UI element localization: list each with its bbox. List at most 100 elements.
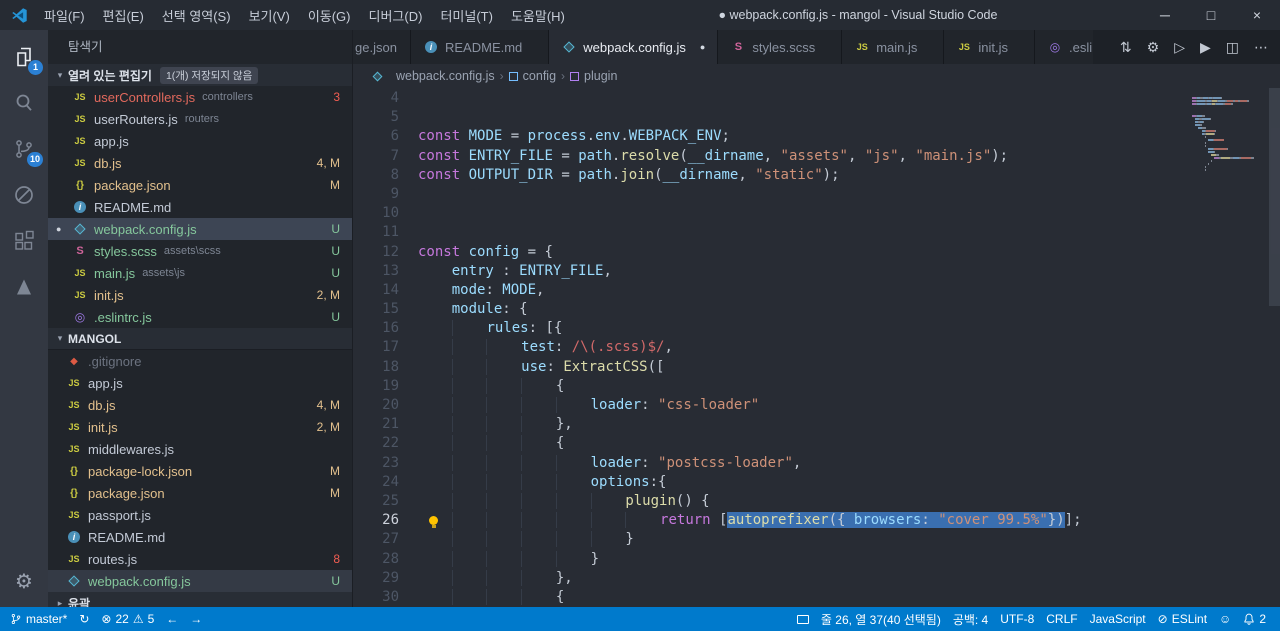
close-button[interactable]: × xyxy=(1234,0,1280,30)
code-line-18[interactable]: 18 use: ExtractCSS([ xyxy=(353,358,1280,377)
file-row[interactable]: JS middlewares.js xyxy=(48,438,352,460)
sync-icon[interactable]: ⇅ xyxy=(1120,39,1132,56)
minimap[interactable] xyxy=(1192,91,1266,172)
code-line-17[interactable]: 17 test: /\(.scss)$/, xyxy=(353,338,1280,357)
tab-ge.json[interactable]: ge.json xyxy=(353,30,411,64)
open-editor-row[interactable]: {} package.json M xyxy=(48,174,352,196)
code-line-21[interactable]: 21 }, xyxy=(353,415,1280,434)
tab-main.js[interactable]: JS main.js xyxy=(842,30,945,64)
code-line-6[interactable]: 6 const MODE = process.env.WEBPACK_ENV; xyxy=(353,127,1280,146)
menu-이동(G)[interactable]: 이동(G) xyxy=(299,6,360,25)
file-row[interactable]: {} package-lock.json M xyxy=(48,460,352,482)
code-line-12[interactable]: 12 const config = { xyxy=(353,243,1280,262)
editor-scrollbar[interactable] xyxy=(1269,88,1280,607)
menu-디버그(D)[interactable]: 디버그(D) xyxy=(360,6,432,25)
file-row[interactable]: JS passport.js xyxy=(48,504,352,526)
code-line-26[interactable]: 26 return [autoprefixer({ browsers: "cov… xyxy=(353,511,1280,530)
code-line-16[interactable]: 16 rules: [{ xyxy=(353,319,1280,338)
code-line-10[interactable]: 10 xyxy=(353,204,1280,223)
run-icon[interactable]: ▷ xyxy=(1174,39,1185,56)
code-line-15[interactable]: 15 module: { xyxy=(353,300,1280,319)
open-editor-row[interactable]: JS userRouters.js routers xyxy=(48,108,352,130)
code-line-11[interactable]: 11 xyxy=(353,223,1280,242)
run-alt-icon[interactable]: ▶ xyxy=(1200,39,1211,56)
cursor-position[interactable]: 줄 26, 열 37(40 선택됨) xyxy=(815,607,947,631)
split-editor-icon[interactable]: ◫ xyxy=(1226,39,1239,56)
indentation-setting[interactable]: 공백: 4 xyxy=(947,607,994,631)
open-editor-row[interactable]: JS userControllers.js controllers 3 xyxy=(48,86,352,108)
tab-README.md[interactable]: i README.md xyxy=(411,30,550,64)
file-row[interactable]: JS db.js 4, M xyxy=(48,394,352,416)
code-line-20[interactable]: 20 loader: "css-loader" xyxy=(353,396,1280,415)
code-line-19[interactable]: 19 { xyxy=(353,377,1280,396)
code-line-5[interactable]: 5 xyxy=(353,108,1280,127)
code-line-29[interactable]: 29 }, xyxy=(353,569,1280,588)
tab-.esli[interactable]: ◎ .esli xyxy=(1035,30,1093,64)
more-icon[interactable]: ⋯ xyxy=(1254,39,1268,56)
code-line-4[interactable]: 4 xyxy=(353,89,1280,108)
screen-button[interactable] xyxy=(791,607,815,631)
open-editor-row[interactable]: JS main.js assets\js U xyxy=(48,262,352,284)
menu-보기(V)[interactable]: 보기(V) xyxy=(240,6,299,25)
open-editor-row[interactable]: Sstyles.scss assets\scss U xyxy=(48,240,352,262)
file-row[interactable]: {} package.json M xyxy=(48,482,352,504)
code-line-24[interactable]: 24 options:{ xyxy=(353,473,1280,492)
breadcrumb-item-plugin[interactable]: plugin xyxy=(570,69,617,83)
breadcrumb-item-webpack.config.js[interactable]: webpack.config.js xyxy=(369,68,495,84)
activity-azure-button[interactable] xyxy=(0,264,48,310)
activity-extensions-button[interactable] xyxy=(0,218,48,264)
code-line-22[interactable]: 22 { xyxy=(353,434,1280,453)
activity-search-button[interactable] xyxy=(0,80,48,126)
encoding-setting[interactable]: UTF-8 xyxy=(994,607,1040,631)
code-line-25[interactable]: 25 plugin() { xyxy=(353,492,1280,511)
file-row[interactable]: i README.md xyxy=(48,526,352,548)
open-editor-row[interactable]: JS init.js 2, M xyxy=(48,284,352,306)
outline-header[interactable]: ▸ 윤곽 xyxy=(48,592,352,607)
code-line-23[interactable]: 23 loader: "postcss-loader", xyxy=(353,454,1280,473)
feedback-button[interactable]: ☺ xyxy=(1213,607,1237,631)
maximize-button[interactable]: □ xyxy=(1188,0,1234,30)
eol-setting[interactable]: CRLF xyxy=(1040,607,1083,631)
sync-button[interactable]: ↻ xyxy=(73,607,95,631)
eslint-status[interactable]: ⊘ ESLint xyxy=(1152,607,1213,631)
code-line-7[interactable]: 7 const ENTRY_FILE = path.resolve(__dirna… xyxy=(353,147,1280,166)
language-mode[interactable]: JavaScript xyxy=(1084,607,1152,631)
menu-선택 영역(S)[interactable]: 선택 영역(S) xyxy=(153,6,240,25)
folder-header[interactable]: ▾ MANGOL xyxy=(48,328,352,350)
code-line-28[interactable]: 28 } xyxy=(353,550,1280,569)
git-branch-button[interactable]: master* xyxy=(4,607,73,631)
activity-debug-button[interactable] xyxy=(0,172,48,218)
open-editor-row[interactable]: JS app.js xyxy=(48,130,352,152)
dirty-indicator[interactable]: ● xyxy=(700,42,705,52)
file-row[interactable]: JS app.js xyxy=(48,372,352,394)
file-row[interactable]: JS routes.js 8 xyxy=(48,548,352,570)
file-row[interactable]: JS init.js 2, M xyxy=(48,416,352,438)
tab-styles.scss[interactable]: Sstyles.scss xyxy=(718,30,843,64)
code-line-8[interactable]: 8 const OUTPUT_DIR = path.join(__dirname,… xyxy=(353,166,1280,185)
menu-파일(F)[interactable]: 파일(F) xyxy=(35,6,94,25)
menu-터미널(T)[interactable]: 터미널(T) xyxy=(431,6,501,25)
open-editors-header[interactable]: ▾ 열려 있는 편집기 1(개) 저장되지 않음 xyxy=(48,64,352,86)
breadcrumb-item-config[interactable]: config xyxy=(508,69,556,83)
open-editor-row[interactable]: i README.md xyxy=(48,196,352,218)
file-row[interactable]: ◆ .gitignore xyxy=(48,350,352,372)
activity-source-control-button[interactable]: 10 xyxy=(0,126,48,172)
code-line-13[interactable]: 13 entry : ENTRY_FILE, xyxy=(353,262,1280,281)
code-line-14[interactable]: 14 mode: MODE, xyxy=(353,281,1280,300)
editor[interactable]: 4 5 6 const MODE = process.env.WEBPACK_ENV;… xyxy=(353,88,1280,607)
problems-button[interactable]: ⊗ 22 ⚠ 5 xyxy=(95,607,160,631)
tab-init.js[interactable]: JS init.js xyxy=(944,30,1036,64)
open-editor-row[interactable]: ◎ .eslintrc.js U xyxy=(48,306,352,328)
code-line-30[interactable]: 30 { xyxy=(353,588,1280,607)
minimize-button[interactable]: ─ xyxy=(1142,0,1188,30)
code-line-27[interactable]: 27 } xyxy=(353,530,1280,549)
open-editor-row[interactable]: ● webpack.config.js U xyxy=(48,218,352,240)
tab-webpack.config.js[interactable]: webpack.config.js ● xyxy=(549,30,719,64)
scrollbar-thumb[interactable] xyxy=(1269,88,1280,306)
nav-back-button[interactable]: ← xyxy=(160,607,184,631)
notifications-button[interactable]: 2 xyxy=(1237,607,1272,631)
code-line-9[interactable]: 9 xyxy=(353,185,1280,204)
settings-gear-icon[interactable]: ⚙ xyxy=(15,561,33,601)
file-row[interactable]: webpack.config.js U xyxy=(48,570,352,592)
settings-icon[interactable]: ⚙ xyxy=(1147,39,1160,56)
